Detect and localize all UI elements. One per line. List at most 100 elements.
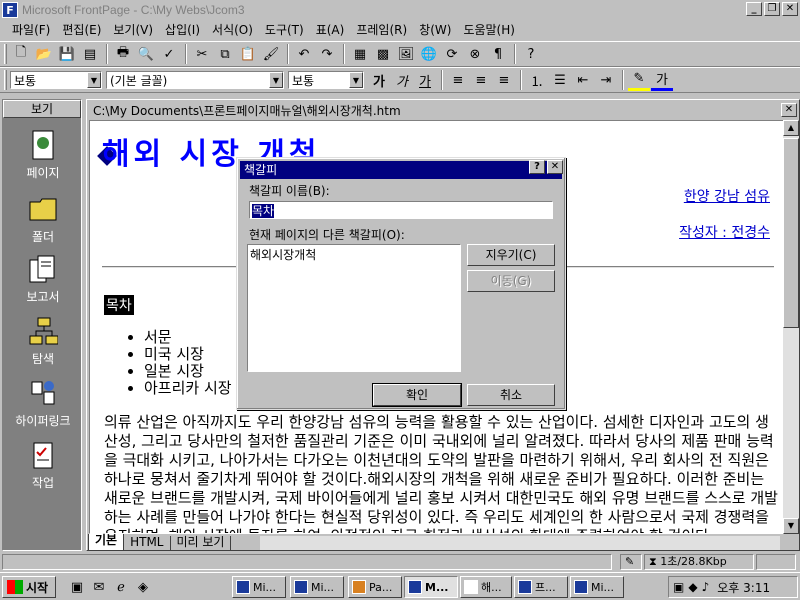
delete-button[interactable]: 지우기(C) bbox=[467, 244, 555, 266]
menu-insert[interactable]: 삽입(I) bbox=[159, 21, 206, 39]
undo-icon[interactable]: ↶ bbox=[293, 43, 315, 65]
tray-icon[interactable]: ◆ bbox=[688, 580, 697, 594]
style-select[interactable]: 보통 ▼ bbox=[10, 71, 102, 89]
dialog-close-button[interactable]: ✕ bbox=[547, 160, 563, 174]
company-link[interactable]: 한양 강남 섬유 bbox=[684, 186, 770, 206]
hyperlink-icon[interactable]: 🌐 bbox=[418, 43, 440, 65]
task-button[interactable]: Mi... bbox=[290, 576, 344, 598]
view-tasks[interactable]: 작업 bbox=[3, 438, 83, 491]
task-button[interactable]: Mi... bbox=[232, 576, 286, 598]
desktop-icon[interactable]: ▣ bbox=[68, 578, 86, 596]
channels-icon[interactable]: ◈ bbox=[134, 578, 152, 596]
redo-icon[interactable]: ↷ bbox=[316, 43, 338, 65]
insert-table-icon[interactable]: ▩ bbox=[372, 43, 394, 65]
goto-button[interactable]: 이동(G) bbox=[467, 270, 555, 292]
list-item[interactable]: 서문 bbox=[144, 329, 232, 346]
outlook-icon[interactable]: ✉ bbox=[90, 578, 108, 596]
view-reports[interactable]: 보고서 bbox=[3, 252, 83, 305]
font-select[interactable]: (기본 글꼴) ▼ bbox=[106, 71, 284, 89]
view-navigation[interactable]: 탐색 bbox=[3, 314, 83, 367]
menu-edit[interactable]: 편집(E) bbox=[56, 21, 107, 39]
tray-icon[interactable]: ▣ bbox=[673, 580, 684, 594]
task-button[interactable]: 해... bbox=[460, 576, 512, 598]
cancel-button[interactable]: 취소 bbox=[467, 384, 555, 406]
scroll-down-icon[interactable]: ▼ bbox=[783, 518, 799, 534]
bookmark-name-input[interactable]: 목차 bbox=[249, 201, 553, 219]
menu-help[interactable]: 도움말(H) bbox=[457, 21, 521, 39]
menu-tools[interactable]: 도구(T) bbox=[259, 21, 310, 39]
author-link[interactable]: 작성자 : 전경수 bbox=[679, 222, 770, 242]
menu-table[interactable]: 표(A) bbox=[310, 21, 351, 39]
spelling-icon[interactable]: ✓ bbox=[158, 43, 180, 65]
format-painter-icon[interactable]: 🖌 bbox=[260, 43, 282, 65]
dialog-help-button[interactable]: ? bbox=[529, 160, 545, 174]
task-button[interactable]: Pa... bbox=[348, 576, 402, 598]
view-page[interactable]: 페이지 bbox=[3, 128, 83, 181]
align-center-icon[interactable]: ≡ bbox=[470, 69, 492, 91]
highlight-icon[interactable]: ✎ bbox=[628, 69, 650, 91]
refresh-icon[interactable]: ⟳ bbox=[441, 43, 463, 65]
list-item[interactable]: 미국 시장 bbox=[144, 346, 232, 363]
publish-icon[interactable]: ▤ bbox=[79, 43, 101, 65]
scroll-up-icon[interactable]: ▲ bbox=[783, 120, 799, 136]
volume-icon[interactable]: ♪ bbox=[702, 580, 710, 594]
list-item[interactable]: 일본 시장 bbox=[144, 363, 232, 380]
task-button[interactable]: Mi... bbox=[570, 576, 624, 598]
font-color-icon[interactable]: 가 bbox=[651, 69, 673, 91]
tab-html[interactable]: HTML bbox=[123, 536, 171, 551]
save-icon[interactable]: 💾 bbox=[56, 43, 78, 65]
show-all-icon[interactable]: ¶ bbox=[487, 43, 509, 65]
dialog-title: 책갈피 bbox=[240, 161, 562, 179]
ok-button[interactable]: 확인 bbox=[372, 383, 462, 407]
body-paragraph[interactable]: 의류 산업은 아직까지도 우리 한양강남 섬유의 능력을 활용할 수 있는 산업… bbox=[104, 413, 780, 533]
restore-button[interactable]: ❐ bbox=[764, 2, 780, 16]
paste-icon[interactable]: 📋 bbox=[237, 43, 259, 65]
align-right-icon[interactable]: ≡ bbox=[493, 69, 515, 91]
view-folders[interactable]: 폴더 bbox=[3, 192, 83, 245]
menu-view[interactable]: 보기(V) bbox=[107, 21, 159, 39]
other-bookmarks-list[interactable]: 해외시장개척 bbox=[247, 244, 461, 372]
start-button[interactable]: 시작 bbox=[2, 576, 56, 598]
print-icon[interactable]: 🖶 bbox=[112, 43, 134, 65]
cut-icon[interactable]: ✂ bbox=[191, 43, 213, 65]
minimize-button[interactable]: _ bbox=[746, 2, 762, 16]
list-item[interactable]: 해외시장개척 bbox=[250, 246, 458, 263]
bullet-list-icon[interactable]: ☰ bbox=[549, 69, 571, 91]
outdent-icon[interactable]: ⇤ bbox=[572, 69, 594, 91]
clock[interactable]: 오후 3:11 bbox=[717, 579, 770, 596]
tab-preview[interactable]: 미리 보기 bbox=[169, 536, 232, 551]
indent-icon[interactable]: ⇥ bbox=[595, 69, 617, 91]
ie-icon[interactable]: ℯ bbox=[112, 578, 130, 596]
close-button[interactable]: ✕ bbox=[782, 2, 798, 16]
underline-icon[interactable]: 가 bbox=[414, 69, 436, 91]
menu-window[interactable]: 창(W) bbox=[413, 21, 457, 39]
document-close-button[interactable]: ✕ bbox=[781, 103, 797, 117]
windows-logo-icon bbox=[7, 580, 23, 594]
tab-normal[interactable]: 기본 bbox=[88, 534, 125, 551]
menu-format[interactable]: 서식(O) bbox=[206, 21, 259, 39]
align-left-icon[interactable]: ≡ bbox=[447, 69, 469, 91]
italic-icon[interactable]: 가 bbox=[391, 69, 413, 91]
component-icon[interactable]: ▦ bbox=[349, 43, 371, 65]
frontpage-app-icon[interactable]: F bbox=[2, 2, 18, 18]
size-select[interactable]: 보통 ▼ bbox=[288, 71, 364, 89]
view-hyperlinks[interactable]: 하이퍼링크 bbox=[3, 376, 83, 429]
vertical-scrollbar[interactable]: ▲ ▼ bbox=[783, 120, 799, 534]
scroll-thumb[interactable] bbox=[783, 138, 799, 328]
bold-icon[interactable]: 가 bbox=[368, 69, 390, 91]
menu-file[interactable]: 파일(F) bbox=[6, 21, 56, 39]
toc-bookmark-text[interactable]: 목차 bbox=[104, 295, 134, 315]
list-item[interactable]: 아프리카 시장 bbox=[144, 380, 232, 397]
menu-frames[interactable]: 프레임(R) bbox=[350, 21, 413, 39]
help-icon[interactable]: ? bbox=[520, 43, 542, 65]
task-button[interactable]: 프... bbox=[514, 576, 568, 598]
task-button-active[interactable]: M... bbox=[404, 576, 458, 598]
insert-image-icon[interactable]: 🖼 bbox=[395, 43, 417, 65]
preview-icon[interactable]: 🔍 bbox=[135, 43, 157, 65]
numbered-list-icon[interactable]: ⒈ bbox=[526, 69, 548, 91]
new-page-icon[interactable]: 🗋 bbox=[10, 43, 32, 65]
horizontal-scrollbar[interactable] bbox=[260, 536, 780, 550]
stop-icon[interactable]: ⊗ bbox=[464, 43, 486, 65]
copy-icon[interactable]: ⧉ bbox=[214, 43, 236, 65]
open-icon[interactable]: 📂 bbox=[33, 43, 55, 65]
